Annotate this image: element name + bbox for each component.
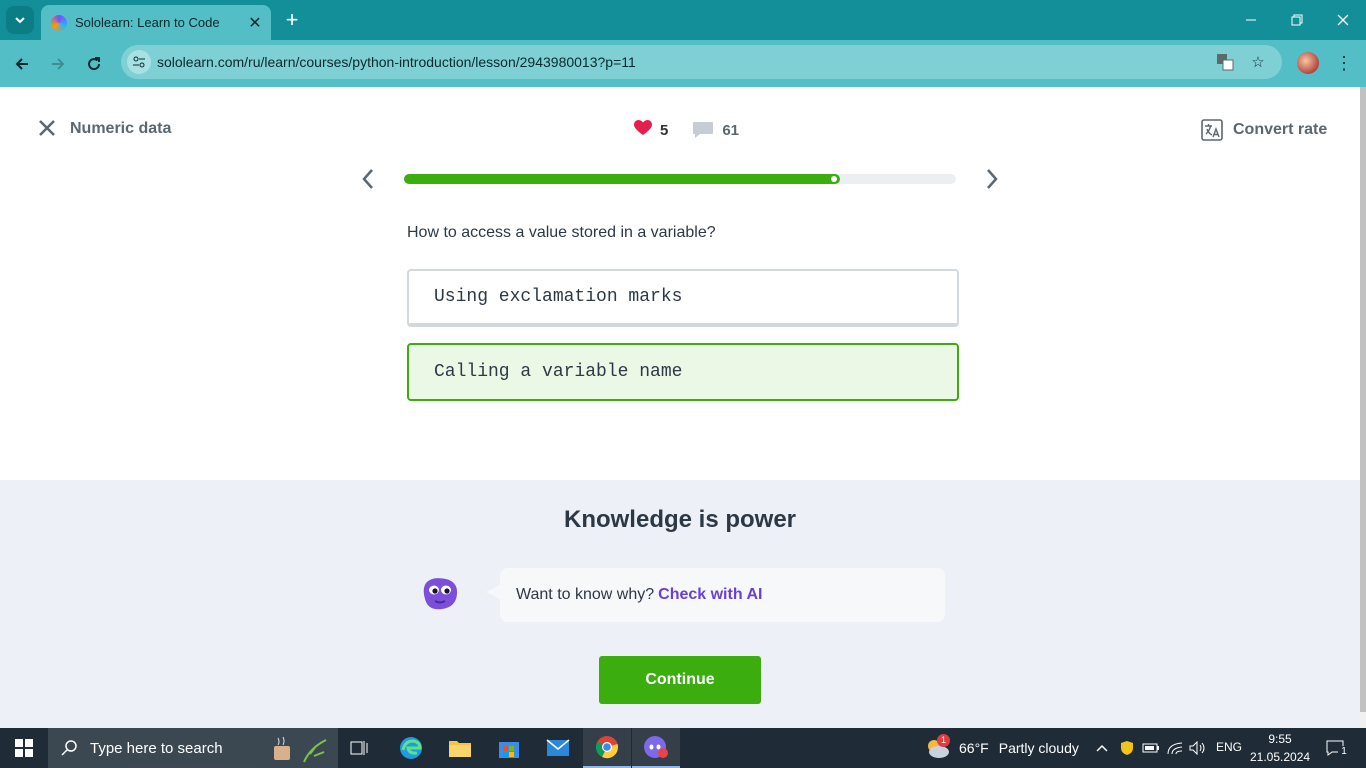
edge-browser-icon[interactable] — [387, 728, 435, 768]
browser-menu-icon[interactable]: ⋮ — [1334, 50, 1354, 76]
weather-widget[interactable]: 1 66°F Partly cloudy — [925, 728, 1079, 768]
feedback-panel: Knowledge is power Want to know why? Che… — [0, 480, 1360, 728]
next-arrow-icon[interactable] — [982, 167, 1002, 191]
likes-count: 5 — [660, 121, 669, 139]
site-info-icon[interactable] — [127, 50, 151, 74]
system-clock[interactable]: 9:55 21.05.2024 — [1250, 730, 1310, 766]
chevron-down-icon — [15, 17, 25, 24]
convert-rate-label: Convert rate — [1233, 121, 1328, 138]
input-language[interactable]: ENG — [1216, 740, 1242, 754]
continue-button[interactable]: Continue — [599, 656, 761, 704]
previous-arrow-icon[interactable] — [358, 167, 378, 191]
volume-icon[interactable] — [1188, 738, 1208, 758]
lesson-page: Numeric data 5 61 Convert rate How to ac… — [0, 87, 1360, 728]
weather-badge: 1 — [937, 734, 950, 747]
close-icon[interactable] — [38, 119, 58, 139]
tab-search-button[interactable] — [6, 6, 34, 34]
heart-icon[interactable] — [634, 120, 654, 140]
translate-page-icon[interactable] — [1215, 52, 1235, 72]
tab-close-icon[interactable]: ✕ — [243, 11, 267, 35]
wifi-icon[interactable] — [1165, 738, 1185, 758]
security-shield-icon[interactable] — [1117, 738, 1137, 758]
translate-icon — [1201, 119, 1223, 141]
answer-option-correct[interactable]: Calling a variable name — [407, 343, 959, 401]
lesson-header-close[interactable]: Numeric data — [38, 119, 171, 139]
taskbar-search-box[interactable]: Type here to search — [48, 728, 338, 768]
browser-tab-bar: Sololearn: Learn to Code ✕ + — [0, 0, 1366, 40]
new-tab-plus-icon[interactable]: + — [280, 7, 304, 32]
browser-tab[interactable]: Sololearn: Learn to Code ✕ — [41, 5, 271, 40]
browser-toolbar: sololearn.com/ru/learn/courses/python-in… — [0, 40, 1366, 87]
forward-arrow-icon[interactable] — [44, 50, 72, 78]
lesson-stats: 5 61 — [634, 120, 739, 140]
minimize-icon[interactable] — [1228, 0, 1274, 40]
search-highlight-tea-icon — [270, 734, 330, 768]
bookmark-star-icon[interactable]: ☆ — [1248, 52, 1268, 72]
battery-icon[interactable] — [1141, 738, 1161, 758]
mail-icon[interactable] — [534, 728, 582, 768]
convert-rate-button[interactable]: Convert rate — [1201, 119, 1327, 141]
url-text[interactable]: sololearn.com/ru/learn/courses/python-in… — [157, 54, 636, 70]
notification-count: 1 — [1338, 746, 1350, 758]
windows-start-icon[interactable] — [0, 728, 48, 768]
reload-icon[interactable] — [80, 50, 108, 78]
microsoft-store-icon[interactable] — [485, 728, 533, 768]
weather-temperature: 66°F — [959, 740, 989, 756]
lesson-title: Numeric data — [70, 120, 172, 137]
weather-description: Partly cloudy — [998, 740, 1079, 756]
answer-option[interactable]: Using exclamation marks — [407, 269, 959, 327]
file-explorer-icon[interactable] — [436, 728, 484, 768]
feedback-title: Knowledge is power — [563, 506, 797, 533]
windows-taskbar: Type here to search 1 66°F Partly cloudy — [0, 728, 1366, 768]
back-arrow-icon[interactable] — [8, 50, 36, 78]
lesson-progress-bar — [404, 174, 956, 184]
ai-hint-bubble: Want to know why? Check with AI — [500, 568, 945, 622]
lesson-progress-fill — [404, 174, 841, 184]
clock-date: 21.05.2024 — [1250, 750, 1311, 764]
tab-title: Sololearn: Learn to Code — [75, 15, 220, 30]
mascot-icon — [422, 577, 458, 611]
taskbar-search-placeholder: Type here to search — [90, 739, 223, 757]
check-with-ai-link[interactable]: Check with AI — [658, 586, 762, 604]
address-bar[interactable]: sololearn.com/ru/learn/courses/python-in… — [121, 45, 1282, 79]
profile-avatar[interactable] — [1297, 52, 1319, 74]
sololearn-favicon-icon — [51, 14, 67, 31]
window-close-icon[interactable] — [1320, 0, 1366, 40]
search-icon — [60, 739, 78, 757]
page-scrollbar-thumb[interactable] — [1360, 87, 1366, 712]
restore-icon[interactable] — [1274, 0, 1320, 40]
task-view-icon[interactable] — [336, 728, 384, 768]
chevron-up-icon[interactable] — [1092, 738, 1112, 758]
clock-time: 9:55 — [1268, 732, 1292, 746]
notification-center-icon[interactable]: 1 — [1322, 736, 1350, 760]
discord-icon[interactable] — [632, 728, 680, 768]
ai-hint-prompt: Want to know why? — [516, 586, 655, 603]
chrome-browser-icon[interactable] — [583, 728, 631, 768]
comments-count[interactable]: 61 — [722, 122, 739, 139]
quiz-question: How to access a value stored in a variab… — [407, 224, 716, 241]
comment-icon[interactable] — [692, 121, 714, 139]
partly-cloudy-icon: 1 — [925, 734, 951, 760]
